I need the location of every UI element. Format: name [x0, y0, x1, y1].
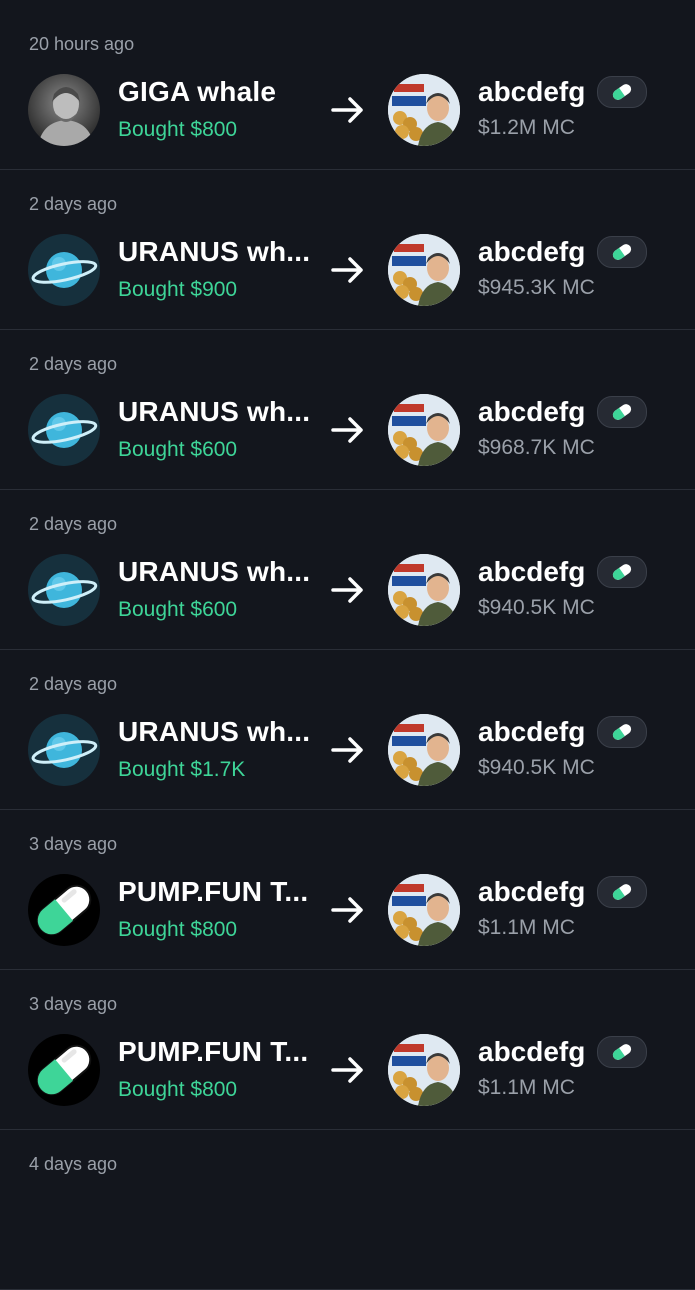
feed-item[interactable]: 2 days ago URANUS wh... Bought $600 abcd…	[0, 490, 695, 650]
user-name[interactable]: URANUS wh...	[118, 556, 310, 588]
token-name[interactable]: abcdefg	[478, 876, 585, 908]
market-cap: $940.5K MC	[478, 596, 595, 619]
timestamp: 4 days ago	[29, 1154, 118, 1174]
token-avatar[interactable]	[388, 874, 460, 946]
pill-icon	[597, 876, 648, 908]
planet-icon[interactable]	[28, 554, 100, 626]
bought-amount: Bought $800	[118, 118, 238, 141]
arrow-right-icon	[331, 577, 363, 603]
pill-icon	[597, 76, 648, 108]
token-avatar[interactable]	[388, 394, 460, 466]
token-name[interactable]: abcdefg	[478, 396, 585, 428]
market-cap: $1.2M MC	[478, 116, 575, 139]
token-name[interactable]: abcdefg	[478, 1036, 585, 1068]
feed-item[interactable]: 2 days ago URANUS wh... Bought $600 abcd…	[0, 330, 695, 490]
token-avatar[interactable]	[388, 234, 460, 306]
market-cap: $968.7K MC	[478, 436, 595, 459]
arrow-right-icon	[331, 1057, 363, 1083]
pill-icon	[597, 716, 648, 748]
token-name[interactable]: abcdefg	[478, 76, 585, 108]
user-name[interactable]: URANUS wh...	[118, 236, 310, 268]
user-name[interactable]: URANUS wh...	[118, 716, 310, 748]
pill-icon	[597, 1036, 648, 1068]
token-avatar[interactable]	[388, 1034, 460, 1106]
arrow-right-icon	[331, 897, 363, 923]
arrow-right-icon	[331, 417, 363, 443]
token-avatar[interactable]	[388, 554, 460, 626]
pill-icon	[597, 396, 648, 428]
user-name[interactable]: PUMP.FUN T...	[118, 876, 308, 908]
feed-item[interactable]: 4 days ago	[0, 1130, 695, 1290]
market-cap: $1.1M MC	[478, 1076, 575, 1099]
pill-icon	[597, 236, 648, 268]
token-name[interactable]: abcdefg	[478, 716, 585, 748]
arrow-right-icon	[331, 737, 363, 763]
token-avatar[interactable]	[388, 714, 460, 786]
feed-item[interactable]: 3 days ago PUMP.FUN T... Bought $800 abc…	[0, 810, 695, 970]
bought-amount: Bought $600	[118, 598, 238, 621]
timestamp: 2 days ago	[29, 194, 118, 214]
planet-icon[interactable]	[28, 394, 100, 466]
timestamp: 2 days ago	[29, 674, 118, 694]
user-name[interactable]: PUMP.FUN T...	[118, 1036, 308, 1068]
token-avatar[interactable]	[388, 74, 460, 146]
timestamp: 2 days ago	[29, 354, 118, 374]
feed-item[interactable]: 2 days ago URANUS wh... Bought $1.7K abc…	[0, 650, 695, 810]
bought-amount: Bought $800	[118, 1078, 238, 1101]
bought-amount: Bought $900	[118, 278, 238, 301]
feed-item[interactable]: 2 days ago URANUS wh... Bought $900 abcd…	[0, 170, 695, 330]
activity-feed: 20 hours ago GIGA whale Bought $800 abcd…	[0, 0, 695, 1290]
token-name[interactable]: abcdefg	[478, 556, 585, 588]
user-name[interactable]: URANUS wh...	[118, 396, 310, 428]
timestamp: 2 days ago	[29, 514, 118, 534]
bought-amount: Bought $800	[118, 918, 238, 941]
timestamp: 3 days ago	[29, 994, 118, 1014]
planet-icon[interactable]	[28, 714, 100, 786]
timestamp: 20 hours ago	[29, 34, 135, 54]
bought-amount: Bought $1.7K	[118, 758, 246, 781]
pill-icon[interactable]	[28, 1034, 100, 1106]
feed-item[interactable]: 3 days ago PUMP.FUN T... Bought $800 abc…	[0, 970, 695, 1130]
planet-icon[interactable]	[28, 234, 100, 306]
market-cap: $1.1M MC	[478, 916, 575, 939]
pill-icon[interactable]	[28, 874, 100, 946]
arrow-right-icon	[331, 257, 363, 283]
market-cap: $940.5K MC	[478, 756, 595, 779]
timestamp: 3 days ago	[29, 834, 118, 854]
giga-chad-avatar[interactable]	[28, 74, 100, 146]
user-name[interactable]: GIGA whale	[118, 76, 276, 108]
market-cap: $945.3K MC	[478, 276, 595, 299]
feed-item[interactable]: 20 hours ago GIGA whale Bought $800 abcd…	[0, 0, 695, 170]
pill-icon	[597, 556, 648, 588]
token-name[interactable]: abcdefg	[478, 236, 585, 268]
bought-amount: Bought $600	[118, 438, 238, 461]
arrow-right-icon	[331, 97, 363, 123]
